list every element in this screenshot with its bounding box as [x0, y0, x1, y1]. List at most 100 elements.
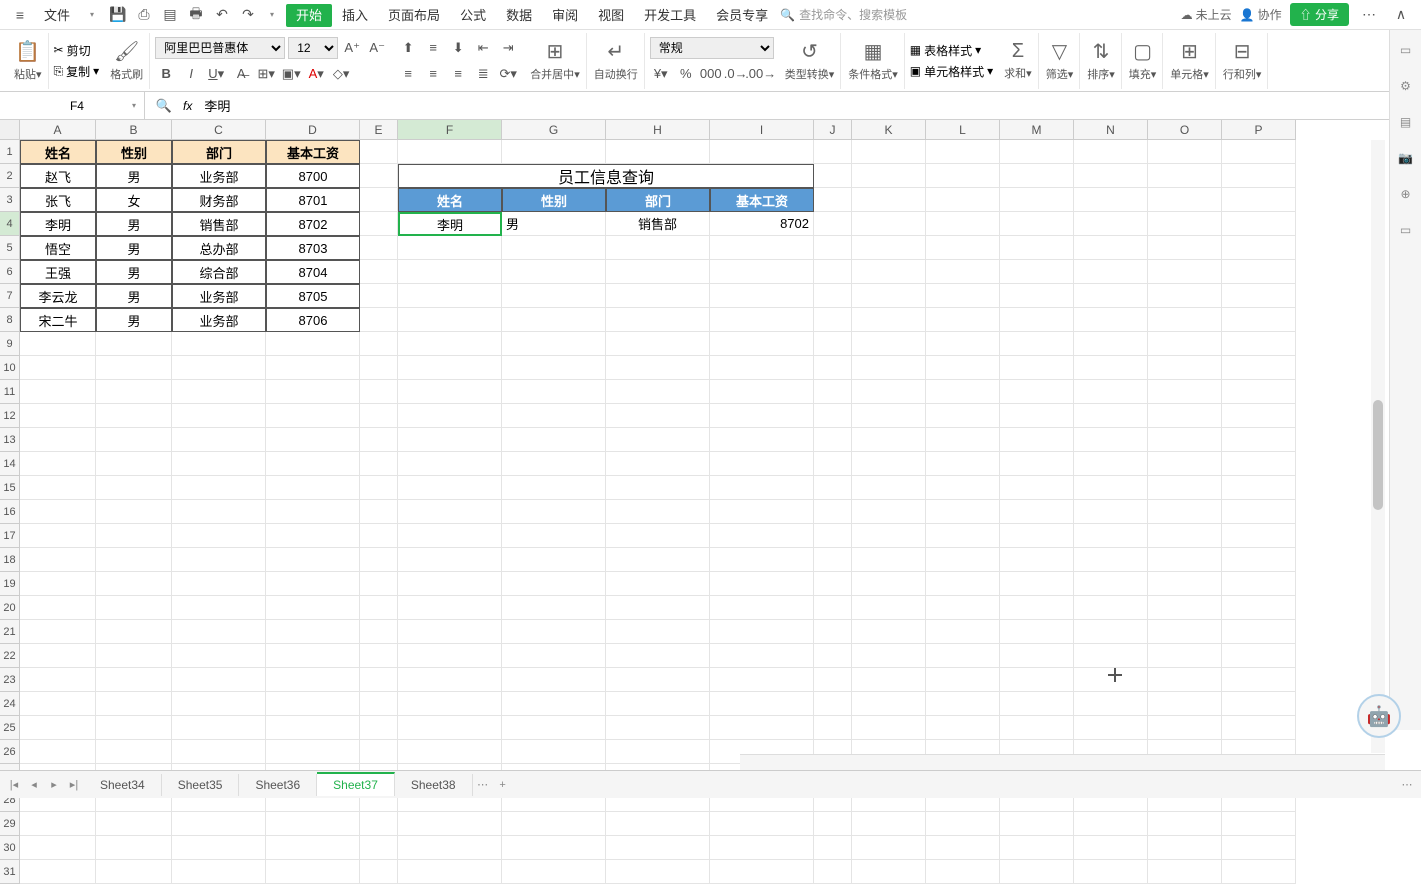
cell-C30[interactable]	[172, 836, 266, 860]
table1-cell-6-2[interactable]: 业务部	[172, 308, 266, 332]
cell-O24[interactable]	[1148, 692, 1222, 716]
cell-I24[interactable]	[710, 692, 814, 716]
row-header-23[interactable]: 23	[0, 668, 20, 692]
cell-L18[interactable]	[926, 548, 1000, 572]
cell-N29[interactable]	[1074, 812, 1148, 836]
col-header-O[interactable]: O	[1148, 120, 1222, 140]
align-center-icon[interactable]: ≡	[422, 63, 444, 85]
table1-cell-3-2[interactable]: 总办部	[172, 236, 266, 260]
cell-N1[interactable]	[1074, 140, 1148, 164]
cell-K11[interactable]	[852, 380, 926, 404]
cell-M14[interactable]	[1000, 452, 1074, 476]
cell-H22[interactable]	[606, 644, 710, 668]
print-preview-icon[interactable]: ▤	[158, 3, 182, 27]
cell-A10[interactable]	[20, 356, 96, 380]
cell-G10[interactable]	[502, 356, 606, 380]
cell-I10[interactable]	[710, 356, 814, 380]
table1-cell-6-0[interactable]: 宋二牛	[20, 308, 96, 332]
row-header-26[interactable]: 26	[0, 740, 20, 764]
cell-B30[interactable]	[96, 836, 172, 860]
cell-L23[interactable]	[926, 668, 1000, 692]
cell-A12[interactable]	[20, 404, 96, 428]
cell-J1[interactable]	[814, 140, 852, 164]
cell-B29[interactable]	[96, 812, 172, 836]
number-format-select[interactable]: 常规	[650, 37, 774, 59]
cell-N20[interactable]	[1074, 596, 1148, 620]
table1-header-3[interactable]: 基本工资	[266, 140, 360, 164]
cell-D23[interactable]	[266, 668, 360, 692]
cell-L31[interactable]	[926, 860, 1000, 884]
cell-K2[interactable]	[852, 164, 926, 188]
cell-P7[interactable]	[1222, 284, 1296, 308]
cell-P9[interactable]	[1222, 332, 1296, 356]
query-dept-cell[interactable]: 销售部	[606, 212, 710, 236]
cell-J10[interactable]	[814, 356, 852, 380]
cell-A20[interactable]	[20, 596, 96, 620]
cell-D24[interactable]	[266, 692, 360, 716]
cell-L13[interactable]	[926, 428, 1000, 452]
cell-B19[interactable]	[96, 572, 172, 596]
cell-K20[interactable]	[852, 596, 926, 620]
cell-E10[interactable]	[360, 356, 398, 380]
cell-B23[interactable]	[96, 668, 172, 692]
cell-C21[interactable]	[172, 620, 266, 644]
table1-cell-5-1[interactable]: 男	[96, 284, 172, 308]
cell-J19[interactable]	[814, 572, 852, 596]
row-header-15[interactable]: 15	[0, 476, 20, 500]
row-header-2[interactable]: 2	[0, 164, 20, 188]
assistant-button[interactable]: 🤖	[1357, 694, 1401, 738]
cell-F10[interactable]	[398, 356, 502, 380]
cell-I25[interactable]	[710, 716, 814, 740]
cell-F13[interactable]	[398, 428, 502, 452]
cell-H31[interactable]	[606, 860, 710, 884]
sheet-last-icon[interactable]: ▸|	[64, 775, 84, 795]
cell-L1[interactable]	[926, 140, 1000, 164]
cell-F16[interactable]	[398, 500, 502, 524]
cell-P31[interactable]	[1222, 860, 1296, 884]
cell-E20[interactable]	[360, 596, 398, 620]
cell-O31[interactable]	[1148, 860, 1222, 884]
cell-L2[interactable]	[926, 164, 1000, 188]
cell-I1[interactable]	[710, 140, 814, 164]
cell-N13[interactable]	[1074, 428, 1148, 452]
cell-N18[interactable]	[1074, 548, 1148, 572]
cell-K13[interactable]	[852, 428, 926, 452]
cell-O3[interactable]	[1148, 188, 1222, 212]
decimal-dec-icon[interactable]: .00→	[750, 63, 772, 85]
cell-P21[interactable]	[1222, 620, 1296, 644]
cell-B17[interactable]	[96, 524, 172, 548]
print-icon[interactable]: 🖶	[184, 3, 208, 27]
cell-D12[interactable]	[266, 404, 360, 428]
cell-A15[interactable]	[20, 476, 96, 500]
cell-I29[interactable]	[710, 812, 814, 836]
cell-G7[interactable]	[502, 284, 606, 308]
cell-B25[interactable]	[96, 716, 172, 740]
cell-G16[interactable]	[502, 500, 606, 524]
cell-M22[interactable]	[1000, 644, 1074, 668]
cell-H6[interactable]	[606, 260, 710, 284]
cell-C16[interactable]	[172, 500, 266, 524]
cell-P23[interactable]	[1222, 668, 1296, 692]
cell-G22[interactable]	[502, 644, 606, 668]
cell-K22[interactable]	[852, 644, 926, 668]
cell-P16[interactable]	[1222, 500, 1296, 524]
row-header-24[interactable]: 24	[0, 692, 20, 716]
cell-B11[interactable]	[96, 380, 172, 404]
sidebar-note-icon[interactable]: ▭	[1394, 218, 1418, 242]
cell-N9[interactable]	[1074, 332, 1148, 356]
cell-H18[interactable]	[606, 548, 710, 572]
percent-icon[interactable]: %	[675, 63, 697, 85]
cell-M5[interactable]	[1000, 236, 1074, 260]
cell-A17[interactable]	[20, 524, 96, 548]
sheet-tab-Sheet34[interactable]: Sheet34	[84, 774, 162, 796]
cell-P11[interactable]	[1222, 380, 1296, 404]
cell-B26[interactable]	[96, 740, 172, 764]
cell-M4[interactable]	[1000, 212, 1074, 236]
cell-C18[interactable]	[172, 548, 266, 572]
query-name-cell[interactable]: 李明	[398, 212, 502, 236]
cell-G5[interactable]	[502, 236, 606, 260]
cell-K8[interactable]	[852, 308, 926, 332]
redo-icon[interactable]: ↷	[236, 3, 260, 27]
row-header-22[interactable]: 22	[0, 644, 20, 668]
table1-cell-0-0[interactable]: 赵飞	[20, 164, 96, 188]
